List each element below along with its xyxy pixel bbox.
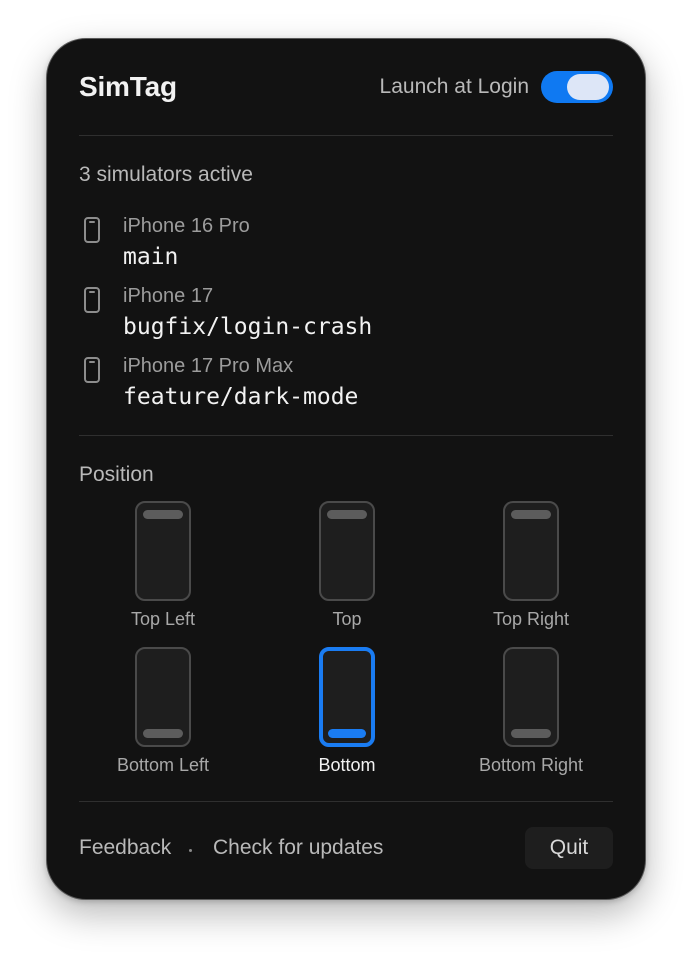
feedback-link[interactable]: Feedback <box>79 836 171 860</box>
simulators-status: 3 simulators active <box>79 163 253 186</box>
position-option-label: Bottom <box>318 755 376 775</box>
quit-button[interactable]: Quit <box>525 827 613 869</box>
simulator-branch: bugfix/login-crash <box>123 314 373 340</box>
position-option-top-right[interactable]: Top Right <box>447 501 617 641</box>
tag-bar <box>511 510 551 519</box>
tag-bar <box>511 729 551 738</box>
position-option-label: Top Right <box>492 609 570 629</box>
iphone-icon <box>84 217 100 243</box>
iphone-icon <box>84 357 100 383</box>
tag-bar <box>143 510 183 519</box>
phone-preview-icon <box>503 501 559 601</box>
simulator-item: iPhone 17 bugfix/login-crash <box>79 283 599 343</box>
footer-separator-dot <box>189 849 192 852</box>
iphone-icon <box>84 287 100 313</box>
simulator-item: iPhone 17 Pro Max feature/dark-mode <box>79 353 599 413</box>
footer-divider <box>79 801 613 802</box>
tag-bar <box>143 729 183 738</box>
tag-bar <box>327 510 367 519</box>
toggle-knob <box>567 74 609 100</box>
launch-at-login-toggle[interactable] <box>541 71 613 103</box>
position-option-label: Top Left <box>130 609 196 629</box>
phone-preview-icon <box>319 647 375 747</box>
simtag-menu-panel: SimTag Launch at Login 3 simulators acti… <box>46 38 646 900</box>
position-option-top-left[interactable]: Top Left <box>79 501 249 641</box>
simulator-model: iPhone 17 <box>123 285 214 307</box>
position-label: Position <box>79 463 154 486</box>
position-option-label: Top <box>332 609 362 629</box>
check-for-updates-link[interactable]: Check for updates <box>213 836 383 860</box>
simulator-item: iPhone 16 Pro main <box>79 213 599 273</box>
simulator-branch: feature/dark-mode <box>123 384 359 410</box>
simulator-model: iPhone 16 Pro <box>123 215 250 237</box>
phone-preview-icon <box>503 647 559 747</box>
position-option-label: Bottom Right <box>478 755 584 775</box>
simulators-divider <box>79 435 613 436</box>
position-option-bottom[interactable]: Bottom <box>263 647 433 787</box>
position-option-bottom-right[interactable]: Bottom Right <box>447 647 617 787</box>
position-option-top[interactable]: Top <box>263 501 433 641</box>
phone-preview-icon <box>135 647 191 747</box>
position-option-bottom-left[interactable]: Bottom Left <box>79 647 249 787</box>
phone-preview-icon <box>319 501 375 601</box>
simulator-branch: main <box>123 244 179 270</box>
phone-preview-icon <box>135 501 191 601</box>
simulator-model: iPhone 17 Pro Max <box>123 355 294 377</box>
launch-at-login-label: Launch at Login <box>379 75 529 98</box>
position-option-label: Bottom Left <box>116 755 210 775</box>
tag-bar <box>328 729 366 738</box>
header-divider <box>79 135 613 136</box>
app-title: SimTag <box>79 71 177 102</box>
